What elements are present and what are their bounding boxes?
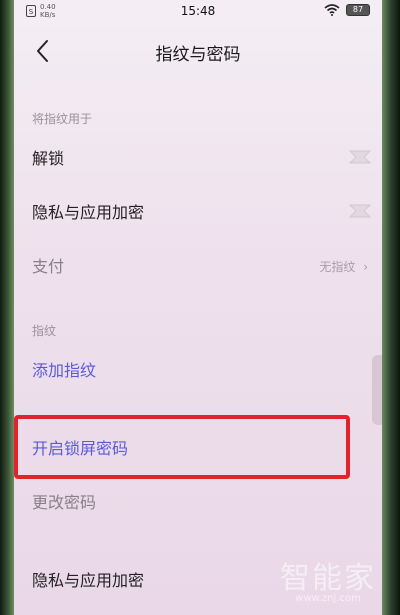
status-bar: S 0.40 KB/s 15:48 87 [14, 0, 382, 24]
add-fingerprint-button[interactable]: 添加指纹 [14, 352, 382, 386]
add-fingerprint-label: 添加指纹 [32, 361, 97, 380]
change-password-item[interactable]: 更改密码 [14, 484, 382, 518]
enable-lock-password-button[interactable]: 开启锁屏密码 [14, 430, 382, 464]
toggle-icon[interactable] [348, 202, 372, 220]
list-item-label: 隐私与应用加密 [32, 203, 145, 222]
screen: S 0.40 KB/s 15:48 87 指纹与密码 将指纹用于 解锁 隐私与应… [14, 0, 382, 615]
header: 指纹与密码 [14, 30, 382, 74]
section-label-fingerprint: 指纹 [32, 324, 57, 338]
phone-bezel-left [0, 0, 14, 615]
toggle-icon[interactable] [348, 148, 372, 166]
enable-lock-password-label: 开启锁屏密码 [32, 439, 129, 458]
status-right: 87 [324, 4, 370, 16]
payment-value: 无指纹 › [319, 258, 368, 275]
watermark: 智能家 www.znj.com [280, 553, 376, 604]
section-label-fingerprint-use: 将指纹用于 [32, 112, 93, 126]
list-item-label: 解锁 [32, 149, 65, 168]
privacy-encryption-label: 隐私与应用加密 [32, 571, 145, 590]
list-item-payment[interactable]: 支付 无指纹 › [14, 248, 382, 282]
list-item-privacy-encryption[interactable]: 隐私与应用加密 [14, 194, 382, 228]
watermark-text: 智能家 [280, 561, 376, 596]
page-title: 指纹与密码 [155, 45, 241, 65]
list-item-label: 支付 [32, 257, 65, 276]
list-item-unlock[interactable]: 解锁 [14, 140, 382, 174]
payment-status: 无指纹 [319, 260, 356, 274]
wifi-icon [324, 4, 340, 16]
phone-bezel-right [382, 0, 400, 615]
chevron-right-icon: › [363, 260, 368, 274]
change-password-label: 更改密码 [32, 493, 97, 512]
scrollbar-handle[interactable] [372, 355, 382, 425]
battery-icon: 87 [346, 4, 370, 16]
